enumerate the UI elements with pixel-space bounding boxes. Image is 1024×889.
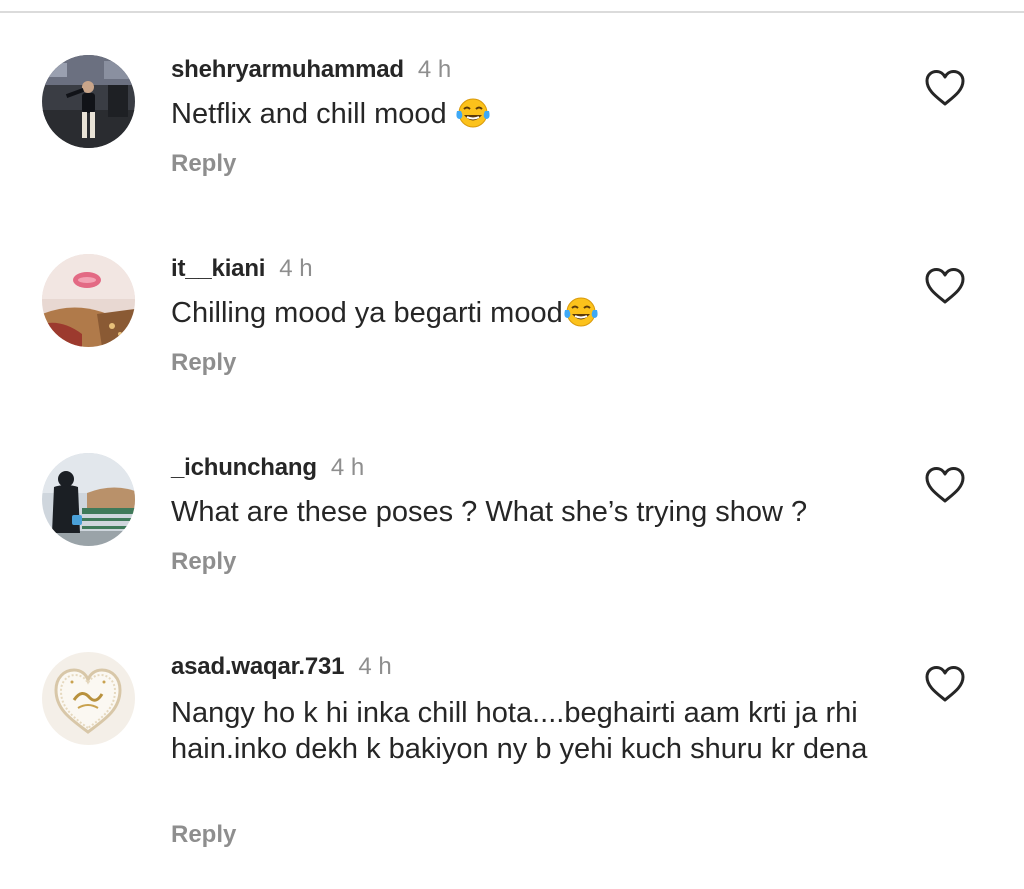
like-button[interactable] <box>924 665 966 703</box>
face-with-tears-of-joy-icon <box>456 98 490 128</box>
reply-button[interactable]: Reply <box>171 547 236 577</box>
reply-button[interactable]: Reply <box>171 149 236 179</box>
comment-text: What are these poses ? What she’s trying… <box>171 496 808 528</box>
timestamp: 4 h <box>358 653 392 680</box>
heart-outline-icon <box>925 268 965 304</box>
avatar-photo <box>42 453 135 546</box>
reply-button[interactable]: Reply <box>171 348 236 378</box>
like-button[interactable] <box>924 69 966 107</box>
comment-text-body: Netflix and chill mood <box>171 98 455 130</box>
avatar[interactable] <box>42 652 135 745</box>
username[interactable]: shehryarmuhammad <box>171 56 404 83</box>
avatar[interactable] <box>42 254 135 347</box>
reply-button[interactable]: Reply <box>171 820 236 850</box>
timestamp: 4 h <box>279 255 313 282</box>
avatar-photo <box>42 652 135 745</box>
face-with-tears-of-joy-icon <box>564 297 598 327</box>
like-button[interactable] <box>924 267 966 305</box>
comment-meta: asad.waqar.731 4 h <box>171 652 392 682</box>
top-divider <box>0 11 1024 13</box>
avatar-photo <box>42 254 135 347</box>
username[interactable]: _ichunchang <box>171 454 317 481</box>
like-button[interactable] <box>924 466 966 504</box>
timestamp: 4 h <box>330 454 365 481</box>
avatar[interactable] <box>42 453 135 546</box>
comment-text: Nangy ho k hi inka chill hota....beghair… <box>171 697 868 765</box>
avatar-photo <box>42 55 135 148</box>
avatar[interactable] <box>42 55 135 148</box>
heart-outline-icon <box>925 666 965 702</box>
heart-outline-icon <box>925 467 965 503</box>
timestamp: 4 h <box>417 56 452 83</box>
comment-text: Netflix and chill mood <box>171 96 891 132</box>
heart-outline-icon <box>925 70 965 106</box>
comment-meta: _ichunchang 4 h <box>171 453 364 483</box>
comment-text-body: Chilling mood ya begarti mood <box>171 297 563 329</box>
comment-meta: it__kiani 4 h <box>171 254 313 284</box>
comment-meta: shehryarmuhammad 4 h <box>171 55 451 85</box>
username[interactable]: asad.waqar.731 <box>171 653 345 680</box>
comment-text: Chilling mood ya begarti mood <box>171 295 891 331</box>
username[interactable]: it__kiani <box>171 255 265 282</box>
